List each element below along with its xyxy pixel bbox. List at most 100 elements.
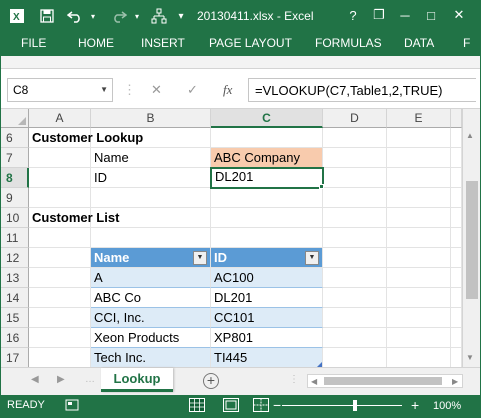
grid-cell[interactable] xyxy=(451,168,462,188)
grid-cell[interactable] xyxy=(29,168,91,188)
row-header-8[interactable]: 8 xyxy=(1,168,29,188)
enter-entry-button[interactable]: ✓ xyxy=(187,82,198,98)
horizontal-scrollbar[interactable]: ◀ ▶ xyxy=(307,374,463,388)
column-header-c[interactable]: C xyxy=(211,109,323,128)
grid-cell[interactable] xyxy=(451,308,462,328)
table-cell[interactable]: CC101 xyxy=(211,308,323,328)
zoom-out-button[interactable]: − xyxy=(273,397,281,413)
zoom-level[interactable]: 100% xyxy=(433,400,461,412)
new-sheet-button[interactable]: + xyxy=(203,373,219,389)
name-box-dropdown-icon[interactable]: ▼ xyxy=(100,85,108,94)
vertical-scrollbar[interactable]: ▲ ▼ xyxy=(462,109,480,367)
scroll-left-icon[interactable]: ◀ xyxy=(311,377,317,386)
fill-handle[interactable] xyxy=(319,184,324,189)
grid-cell[interactable] xyxy=(211,228,323,248)
row-header-11[interactable]: 11 xyxy=(1,228,29,248)
row-header-7[interactable]: 7 xyxy=(1,148,29,168)
grid-cell[interactable] xyxy=(451,288,462,308)
grid-cell[interactable] xyxy=(387,128,451,148)
filter-dropdown-icon[interactable]: ▼ xyxy=(305,251,319,265)
zoom-in-button[interactable]: + xyxy=(411,397,419,413)
tab-page-layout[interactable]: PAGE LAYOUT xyxy=(209,31,292,56)
grid-cell[interactable] xyxy=(387,308,451,328)
column-header-a[interactable]: A xyxy=(29,109,91,128)
grid-cell[interactable] xyxy=(211,128,323,148)
grid-cell[interactable] xyxy=(29,328,91,348)
grid-cell[interactable] xyxy=(387,248,451,268)
sheet-more-icon[interactable]: … xyxy=(85,374,95,385)
grid-cell[interactable] xyxy=(387,288,451,308)
grid-cell[interactable] xyxy=(323,128,387,148)
cell-a6[interactable]: Customer Lookup xyxy=(29,128,211,148)
ribbon-display-button[interactable]: ❐ xyxy=(367,4,391,26)
row-header-12[interactable]: 12 xyxy=(1,248,29,268)
grid-cell[interactable] xyxy=(91,228,211,248)
zoom-slider-track[interactable] xyxy=(282,405,402,406)
grid-cell[interactable] xyxy=(29,348,91,368)
sheet-next-icon[interactable]: ▶ xyxy=(57,374,65,385)
grid-cell[interactable] xyxy=(323,188,387,208)
close-button[interactable]: ✕ xyxy=(447,4,471,26)
tab-home[interactable]: HOME xyxy=(78,31,114,56)
grid-cell[interactable] xyxy=(29,228,91,248)
grid-cell[interactable] xyxy=(323,208,387,228)
grid-cell[interactable] xyxy=(451,248,462,268)
grid-cell[interactable] xyxy=(91,188,211,208)
grid-cell[interactable] xyxy=(29,288,91,308)
grid-cell[interactable] xyxy=(387,148,451,168)
grid-cell[interactable] xyxy=(29,268,91,288)
grid-cell[interactable] xyxy=(29,248,91,268)
row-header-15[interactable]: 15 xyxy=(1,308,29,328)
tab-more[interactable]: F xyxy=(463,31,470,56)
row-header-14[interactable]: 14 xyxy=(1,288,29,308)
scroll-down-icon[interactable]: ▼ xyxy=(466,353,474,362)
page-break-view-icon[interactable] xyxy=(253,398,269,415)
grid-cell[interactable] xyxy=(323,288,387,308)
customize-qat-icon[interactable]: ▾ xyxy=(171,6,191,26)
grid-cell[interactable] xyxy=(387,328,451,348)
grid-cell[interactable] xyxy=(451,128,462,148)
scroll-right-icon[interactable]: ▶ xyxy=(452,377,458,386)
sheet-prev-icon[interactable]: ◀ xyxy=(31,374,39,385)
save-icon[interactable] xyxy=(37,6,57,26)
grid-cell[interactable] xyxy=(323,308,387,328)
name-box[interactable]: C8 ▼ xyxy=(7,78,113,102)
grid-cell[interactable] xyxy=(323,268,387,288)
table-cell[interactable]: AC100 xyxy=(211,268,323,288)
grid-cell[interactable] xyxy=(387,168,451,188)
normal-view-icon[interactable] xyxy=(189,398,205,415)
zoom-slider-thumb[interactable] xyxy=(353,400,357,411)
minimize-button[interactable]: ─ xyxy=(393,4,417,26)
maximize-button[interactable]: □ xyxy=(419,4,443,26)
grid-cell[interactable] xyxy=(323,228,387,248)
cell-c7[interactable]: ABC Company xyxy=(211,148,323,168)
tab-file[interactable]: FILE xyxy=(21,31,46,56)
grid-cell[interactable] xyxy=(451,328,462,348)
grid-cell[interactable] xyxy=(323,328,387,348)
grid-cell[interactable] xyxy=(451,228,462,248)
grid-cell[interactable] xyxy=(451,348,462,368)
grid-cell[interactable] xyxy=(323,348,387,368)
formula-input[interactable]: =VLOOKUP(C7,Table1,2,TRUE) xyxy=(248,78,476,102)
row-header-10[interactable]: 10 xyxy=(1,208,29,228)
grid-cell[interactable] xyxy=(323,248,387,268)
grid-cell[interactable] xyxy=(387,268,451,288)
column-header-b[interactable]: B xyxy=(91,109,211,128)
grid-cell[interactable] xyxy=(387,228,451,248)
grid-cell[interactable] xyxy=(323,148,387,168)
cell-b7[interactable]: Name xyxy=(91,148,211,168)
table-cell[interactable]: A xyxy=(91,268,211,288)
column-header-e[interactable]: E xyxy=(387,109,451,128)
scroll-up-icon[interactable]: ▲ xyxy=(466,131,474,140)
row-header-17[interactable]: 17 xyxy=(1,348,29,368)
row-header-6[interactable]: 6 xyxy=(1,128,29,148)
page-layout-view-icon[interactable] xyxy=(223,398,239,415)
grid-cell[interactable] xyxy=(211,208,323,228)
cell-a10[interactable]: Customer List xyxy=(29,208,211,228)
vertical-scroll-thumb[interactable] xyxy=(466,181,478,299)
column-header-d[interactable]: D xyxy=(323,109,387,128)
tab-formulas[interactable]: FORMULAS xyxy=(315,31,382,56)
row-header-16[interactable]: 16 xyxy=(1,328,29,348)
table-cell[interactable]: CCI, Inc. xyxy=(91,308,211,328)
grid-cell[interactable] xyxy=(29,148,91,168)
